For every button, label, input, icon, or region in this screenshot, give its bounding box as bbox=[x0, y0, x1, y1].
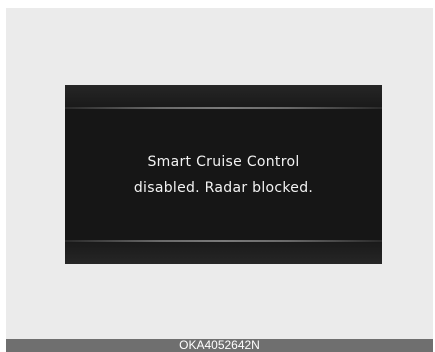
warning-message: Smart Cruise Control disabled. Radar blo… bbox=[65, 149, 382, 201]
figure-code: OKA4052642N bbox=[179, 338, 260, 352]
cluster-display: Smart Cruise Control disabled. Radar blo… bbox=[65, 85, 382, 264]
figure-frame: Smart Cruise Control disabled. Radar blo… bbox=[0, 0, 435, 352]
warning-message-line-1: Smart Cruise Control bbox=[147, 154, 300, 170]
display-top-band bbox=[65, 85, 382, 107]
display-bottom-band bbox=[65, 242, 382, 264]
warning-message-line-2: disabled. Radar blocked. bbox=[133, 180, 314, 196]
caption-bar: OKA4052642N bbox=[6, 339, 433, 352]
display-top-divider bbox=[65, 107, 382, 109]
